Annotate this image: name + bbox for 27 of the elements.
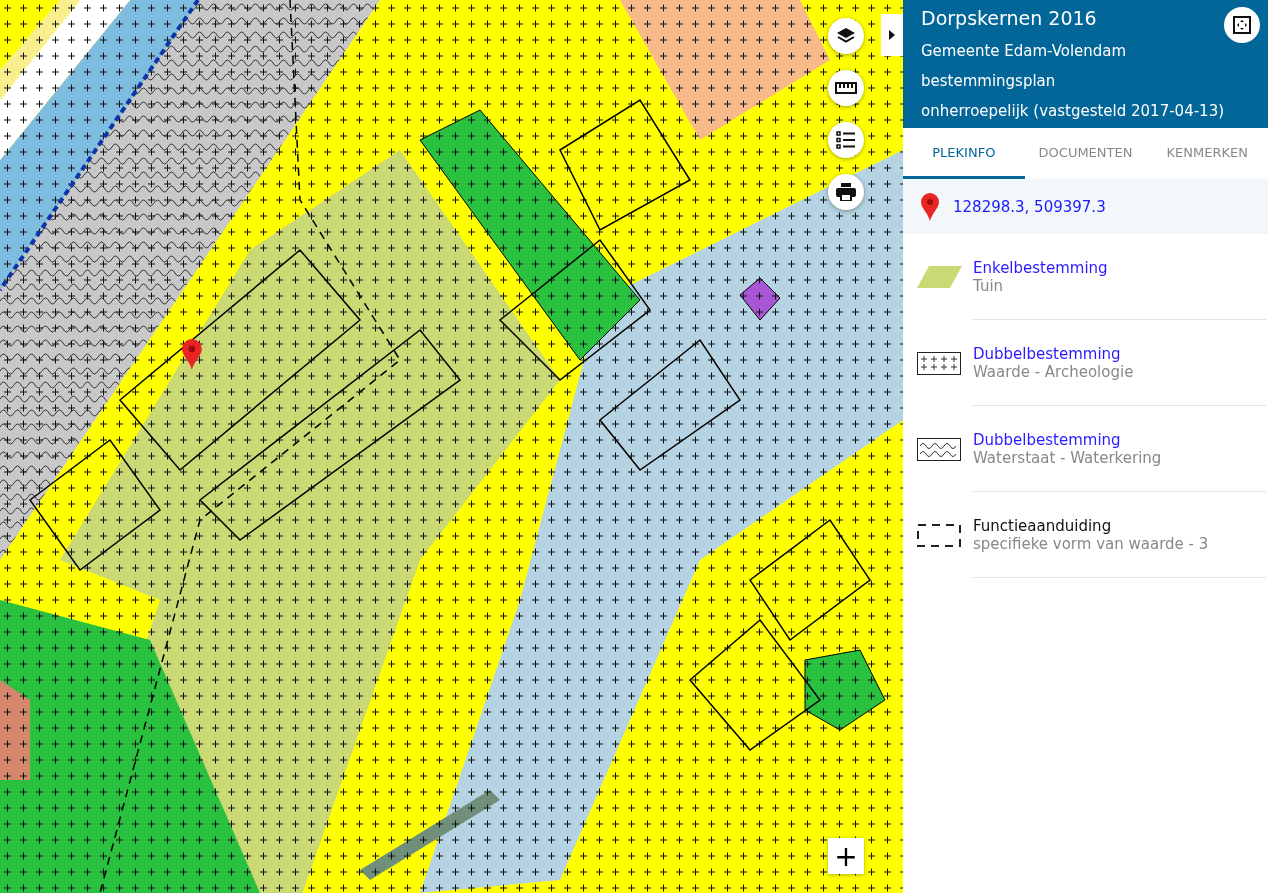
location-pin-icon bbox=[921, 192, 939, 221]
fullscreen-button[interactable] bbox=[1224, 7, 1260, 43]
plan-detail: Gemeente Edam-Volendam bbox=[921, 41, 1128, 62]
zoning-value: specifieke vorm van waarde - 3 bbox=[973, 534, 1210, 553]
plan-title: Dorpskernen 2016 bbox=[921, 6, 1098, 30]
zoning-link[interactable]: Dubbelbestemming bbox=[973, 344, 1266, 363]
zoning-value: Waarde - Archeologie bbox=[973, 362, 1135, 381]
print-icon bbox=[836, 183, 856, 201]
expand-icon bbox=[1233, 16, 1251, 34]
panel-toggle-button[interactable] bbox=[881, 14, 903, 56]
zoom-in-button[interactable]: + bbox=[828, 838, 864, 874]
plan-detail: bestemmingsplan bbox=[921, 71, 1057, 92]
zoning-link[interactable]: Dubbelbestemming bbox=[973, 430, 1266, 449]
zoning-value: Tuin bbox=[973, 276, 1005, 295]
parallelogram-icon bbox=[917, 266, 962, 288]
ruler-icon bbox=[835, 82, 857, 94]
zoning-title: Functieaanduiding bbox=[973, 516, 1113, 535]
dashed-rectangle-icon bbox=[917, 523, 961, 547]
zoning-link[interactable]: Enkelbestemming bbox=[973, 258, 1266, 277]
plan-detail: onherroepelijk (vastgesteld 2017-04-13) bbox=[921, 101, 1226, 122]
coordinates: 128298.3, 509397.3 bbox=[953, 197, 1106, 216]
crosses-pattern-icon bbox=[917, 351, 961, 375]
caret-icon bbox=[889, 30, 895, 40]
location-pin-icon bbox=[182, 339, 202, 370]
zoning-value: Waterstaat - Waterkering bbox=[973, 448, 1163, 467]
waves-pattern-icon bbox=[917, 437, 961, 461]
list-icon bbox=[836, 131, 856, 149]
